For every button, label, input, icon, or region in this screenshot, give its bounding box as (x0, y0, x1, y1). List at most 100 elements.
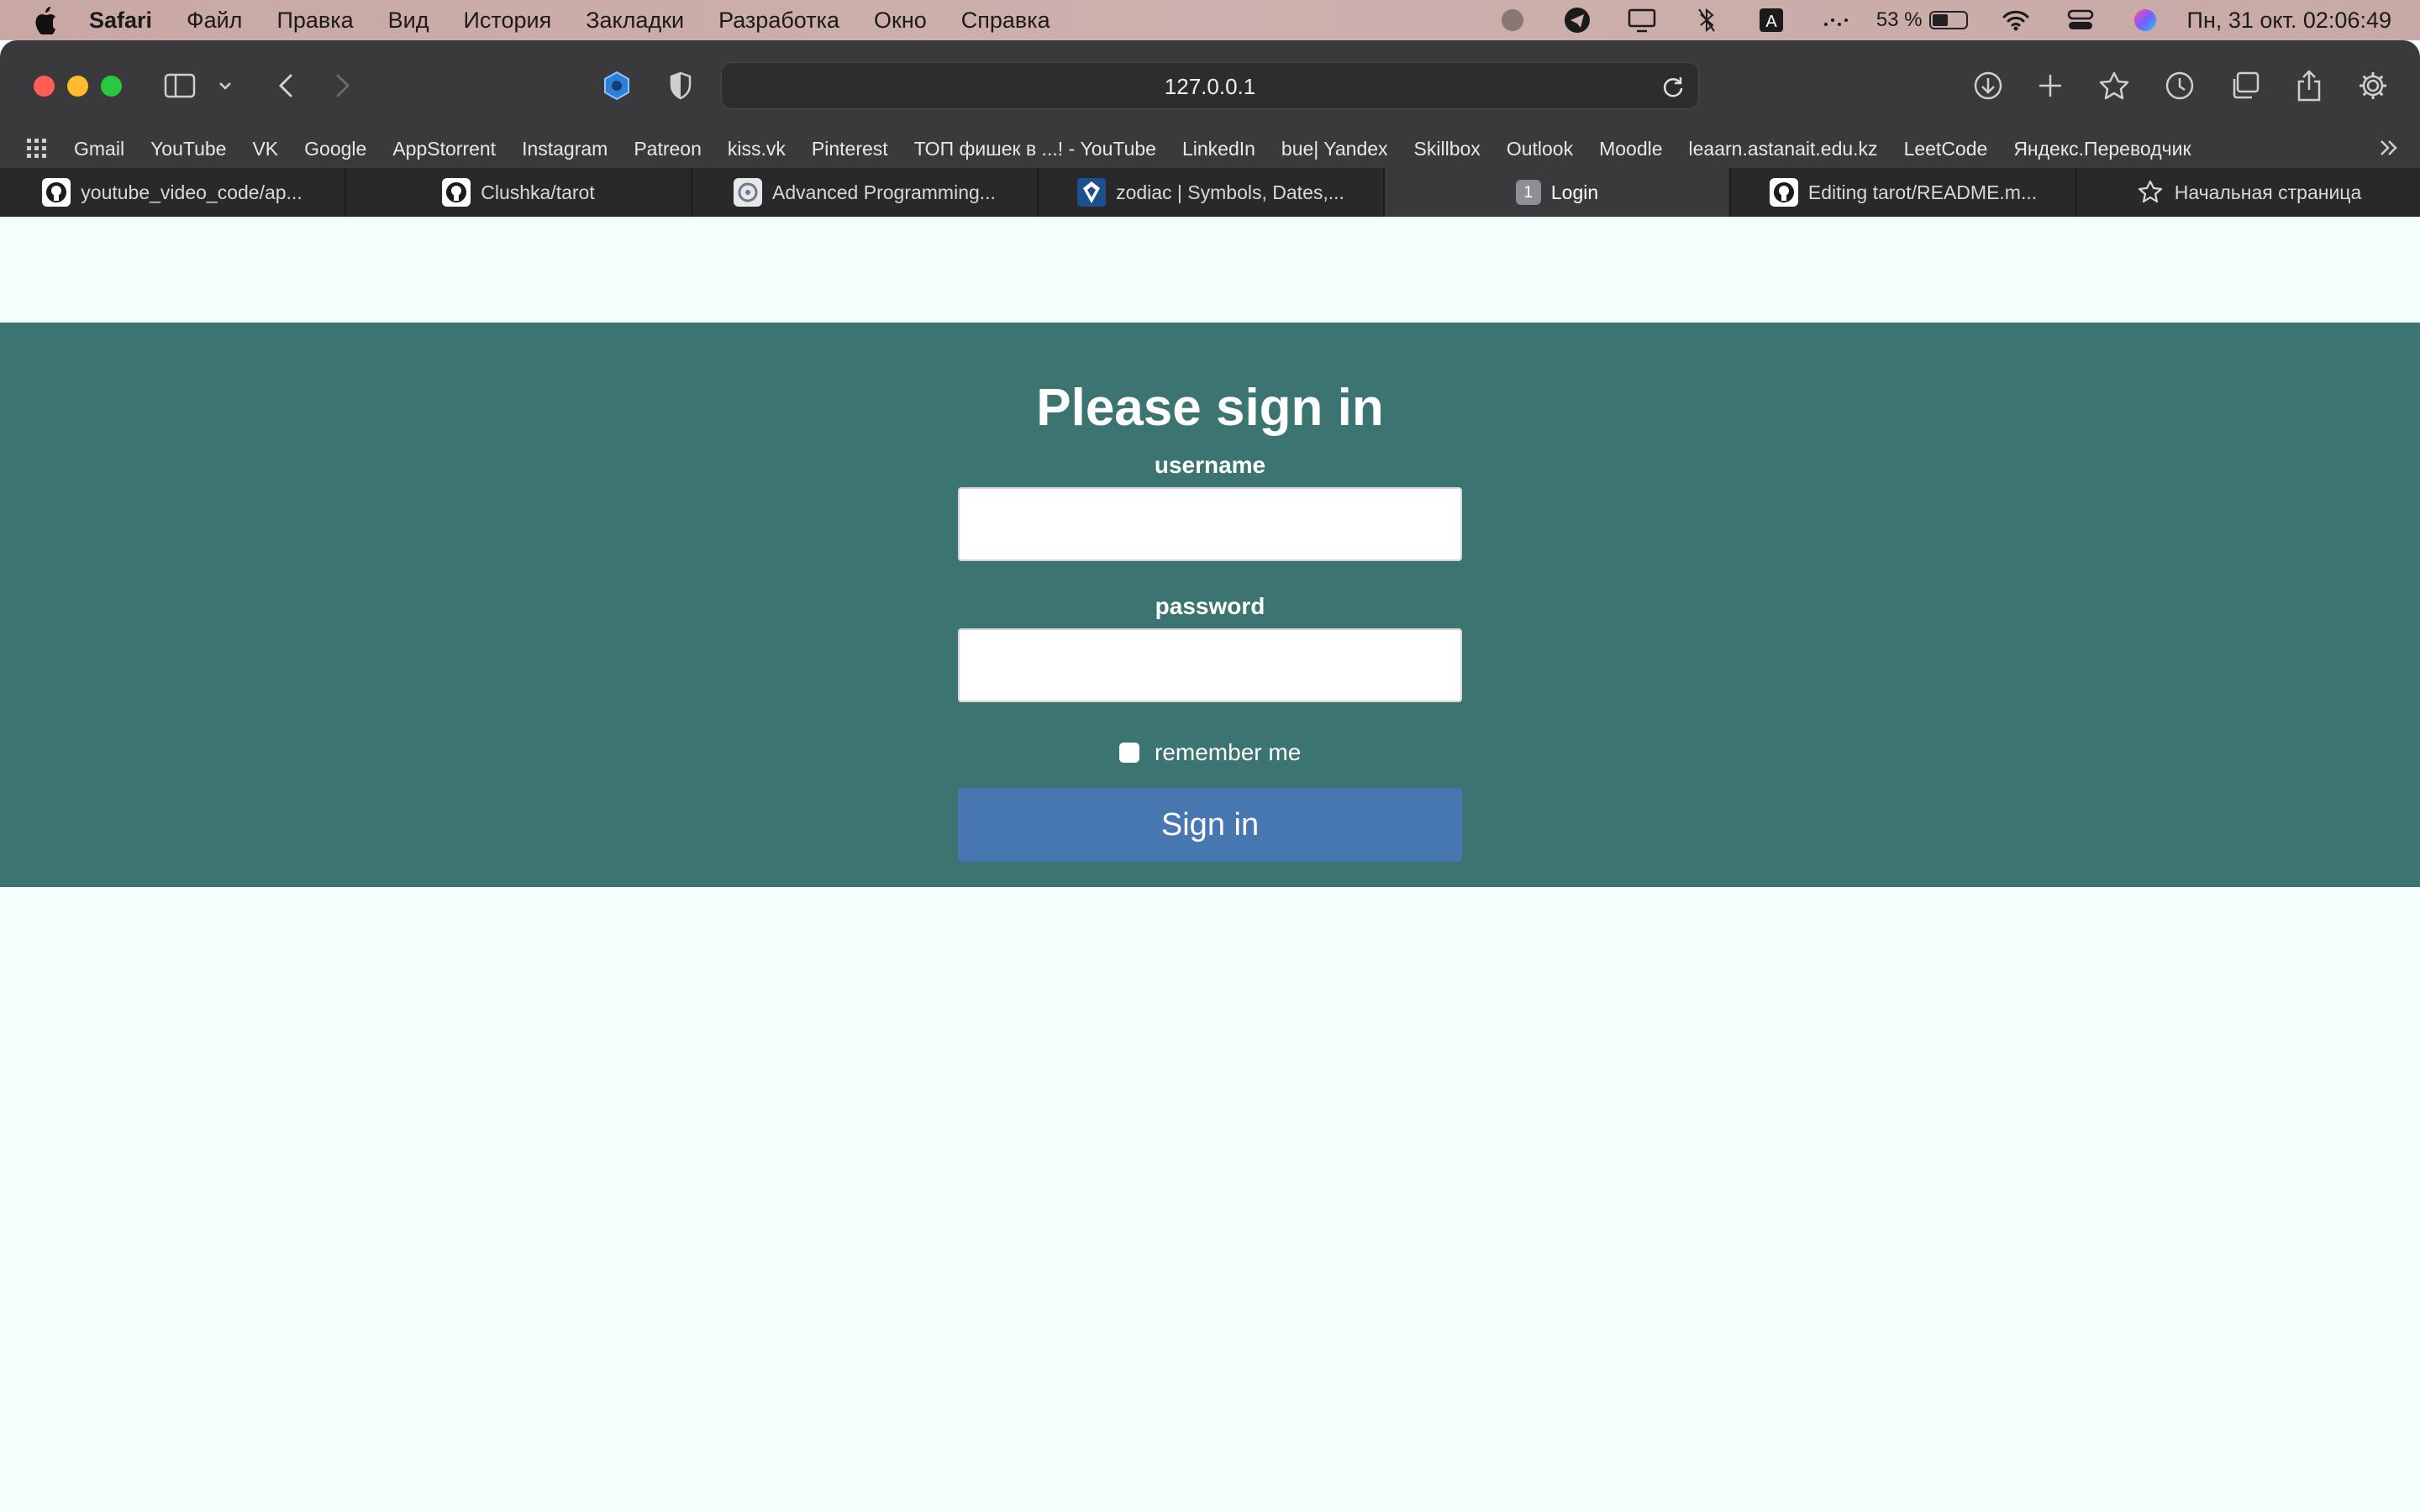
bookmark-skillbox[interactable]: Skillbox (1414, 138, 1481, 160)
bookmark-appstorrent[interactable]: AppStorrent (392, 138, 496, 160)
remember-me[interactable]: remember me (1119, 739, 1301, 766)
fullscreen-window-button[interactable] (101, 76, 122, 97)
tab-badge: 1 (1515, 180, 1541, 205)
bookmark-pinterest[interactable]: Pinterest (812, 138, 888, 160)
battery-fill (1932, 14, 1948, 26)
star-icon (2136, 178, 2165, 207)
page-content: Please sign in username password remembe… (0, 217, 2420, 1512)
reload-icon[interactable] (1661, 75, 1685, 98)
bookmark-google[interactable]: Google (304, 138, 366, 160)
github-icon (1769, 178, 1798, 207)
bookmark-moodle[interactable]: Moodle (1599, 138, 1662, 160)
forward-icon[interactable] (326, 69, 360, 102)
clock[interactable]: Пн, 31 окт. 02:06:49 (2187, 8, 2391, 34)
minimize-window-button[interactable] (67, 76, 88, 97)
status-area: A 53 % Пн, 31 окт. 02:06:49 (1465, 0, 2391, 40)
tab-label: Login (1550, 181, 1599, 203)
address-bar[interactable]: 127.0.0.1 (721, 62, 1699, 109)
wifi-icon[interactable] (1999, 3, 2033, 37)
chevron-double-right-icon[interactable] (2376, 134, 2405, 163)
dots-icon[interactable] (1819, 3, 1853, 37)
password-label: password (1155, 593, 1265, 619)
tab-advanced-programming[interactable]: Advanced Programming... (692, 168, 1039, 217)
bookmark-youtube[interactable]: YouTube (150, 138, 226, 160)
tab-label: Clushka/tarot (481, 181, 595, 203)
downloads-icon[interactable] (1971, 69, 2005, 102)
sidebar-icon[interactable] (163, 69, 197, 102)
tab-login[interactable]: 1 Login (1385, 168, 1731, 217)
menu-bookmarks[interactable]: Закладки (586, 8, 684, 34)
settings-gear-icon[interactable] (2356, 69, 2390, 102)
menu-file[interactable]: Файл (187, 8, 242, 34)
github-icon (42, 178, 71, 207)
back-icon[interactable] (269, 69, 302, 102)
bookmark-gmail[interactable]: Gmail (74, 138, 124, 160)
browser-toolbar: 127.0.0.1 (0, 40, 2420, 129)
new-tab-icon[interactable] (2033, 69, 2067, 102)
page-title: Please sign in (1036, 379, 1384, 437)
tab-label: zodiac | Symbols, Dates,... (1116, 181, 1344, 203)
share-icon[interactable] (2292, 69, 2326, 102)
tab-label: Editing tarot/README.m... (1807, 181, 2038, 203)
battery-icon[interactable] (1928, 11, 1968, 29)
siri-icon[interactable] (2128, 3, 2162, 37)
course-icon (734, 178, 763, 207)
bookmark-outlook[interactable]: Outlook (1507, 138, 1573, 160)
bookmark-linkedin[interactable]: LinkedIn (1182, 138, 1255, 160)
tab-editing-readme[interactable]: Editing tarot/README.m... (1731, 168, 2077, 217)
remember-me-label: remember me (1155, 739, 1302, 765)
password-input[interactable] (958, 628, 1462, 702)
apple-icon[interactable] (30, 5, 60, 35)
apps-grid-icon[interactable] (25, 137, 49, 160)
sign-in-button[interactable]: Sign in (958, 788, 1462, 862)
bookmark-kiss-vk[interactable]: kiss.vk (728, 138, 786, 160)
bookmark-patreon[interactable]: Patreon (634, 138, 702, 160)
close-window-button[interactable] (34, 76, 55, 97)
menu-develop[interactable]: Разработка (718, 8, 839, 34)
history-clock-icon[interactable] (2163, 69, 2196, 102)
menu-history[interactable]: История (464, 8, 552, 34)
login-panel: Please sign in username password remembe… (0, 323, 2420, 887)
tab-overview-icon[interactable] (2228, 69, 2262, 102)
battery-percent: 53 % (1876, 8, 1923, 31)
britannica-icon (1077, 178, 1107, 207)
username-input[interactable] (958, 487, 1462, 561)
bluetooth-off-icon[interactable] (1690, 3, 1723, 37)
menu-app-safari[interactable]: Safari (89, 8, 152, 34)
menu-help[interactable]: Справка (961, 8, 1050, 34)
menu-bar: Safari Файл Правка Вид История Закладки … (0, 0, 2420, 40)
bookmarks-bar: Gmail YouTube VK Google AppStorrent Inst… (0, 129, 2420, 168)
chevron-down-icon[interactable] (215, 76, 235, 96)
tab-label: Начальная страница (2174, 181, 2362, 203)
menu-edit[interactable]: Правка (276, 8, 353, 34)
record-icon[interactable] (1496, 3, 1529, 37)
bookmark-youtube-video[interactable]: ТОП фишек в ...! - YouTube (914, 138, 1156, 160)
username-label: username (1154, 452, 1266, 478)
display-icon[interactable] (1625, 3, 1659, 37)
tab-zodiac[interactable]: zodiac | Symbols, Dates,... (1039, 168, 1385, 217)
menu-view[interactable]: Вид (388, 8, 429, 34)
browser-window: 127.0.0.1 Gmail YouTube VK Google AppSto… (0, 40, 2420, 1512)
privacy-shield-icon[interactable] (664, 69, 697, 102)
svg-text:A: A (1765, 13, 1777, 31)
bookmark-yandex-translate[interactable]: Яндекс.Переводчик (2013, 138, 2191, 160)
extension-icon[interactable] (600, 69, 634, 102)
address-url[interactable]: 127.0.0.1 (722, 63, 1698, 110)
bookmark-yandex[interactable]: bue| Yandex (1281, 138, 1388, 160)
bookmark-vk[interactable]: VK (252, 138, 278, 160)
control-center-icon[interactable] (2064, 3, 2097, 37)
bookmark-star-icon[interactable] (2097, 69, 2131, 102)
bookmark-instagram[interactable]: Instagram (522, 138, 608, 160)
bookmark-leetcode[interactable]: LeetCode (1904, 138, 1988, 160)
tab-youtube-video-code[interactable]: youtube_video_code/ap... (0, 168, 346, 217)
tab-label: youtube_video_code/ap... (81, 181, 302, 203)
github-icon (442, 178, 471, 207)
tab-label: Advanced Programming... (772, 181, 996, 203)
menu-window[interactable]: Окно (874, 8, 927, 34)
keyboard-layout-icon[interactable]: A (1754, 3, 1788, 37)
tab-start-page[interactable]: Начальная страница (2077, 168, 2420, 217)
telegram-icon[interactable] (1560, 3, 1594, 37)
bookmark-astanait[interactable]: leaarn.astanait.edu.kz (1689, 138, 1878, 160)
tab-clushka-tarot[interactable]: Clushka/tarot (346, 168, 692, 217)
remember-me-checkbox[interactable] (1119, 743, 1139, 763)
